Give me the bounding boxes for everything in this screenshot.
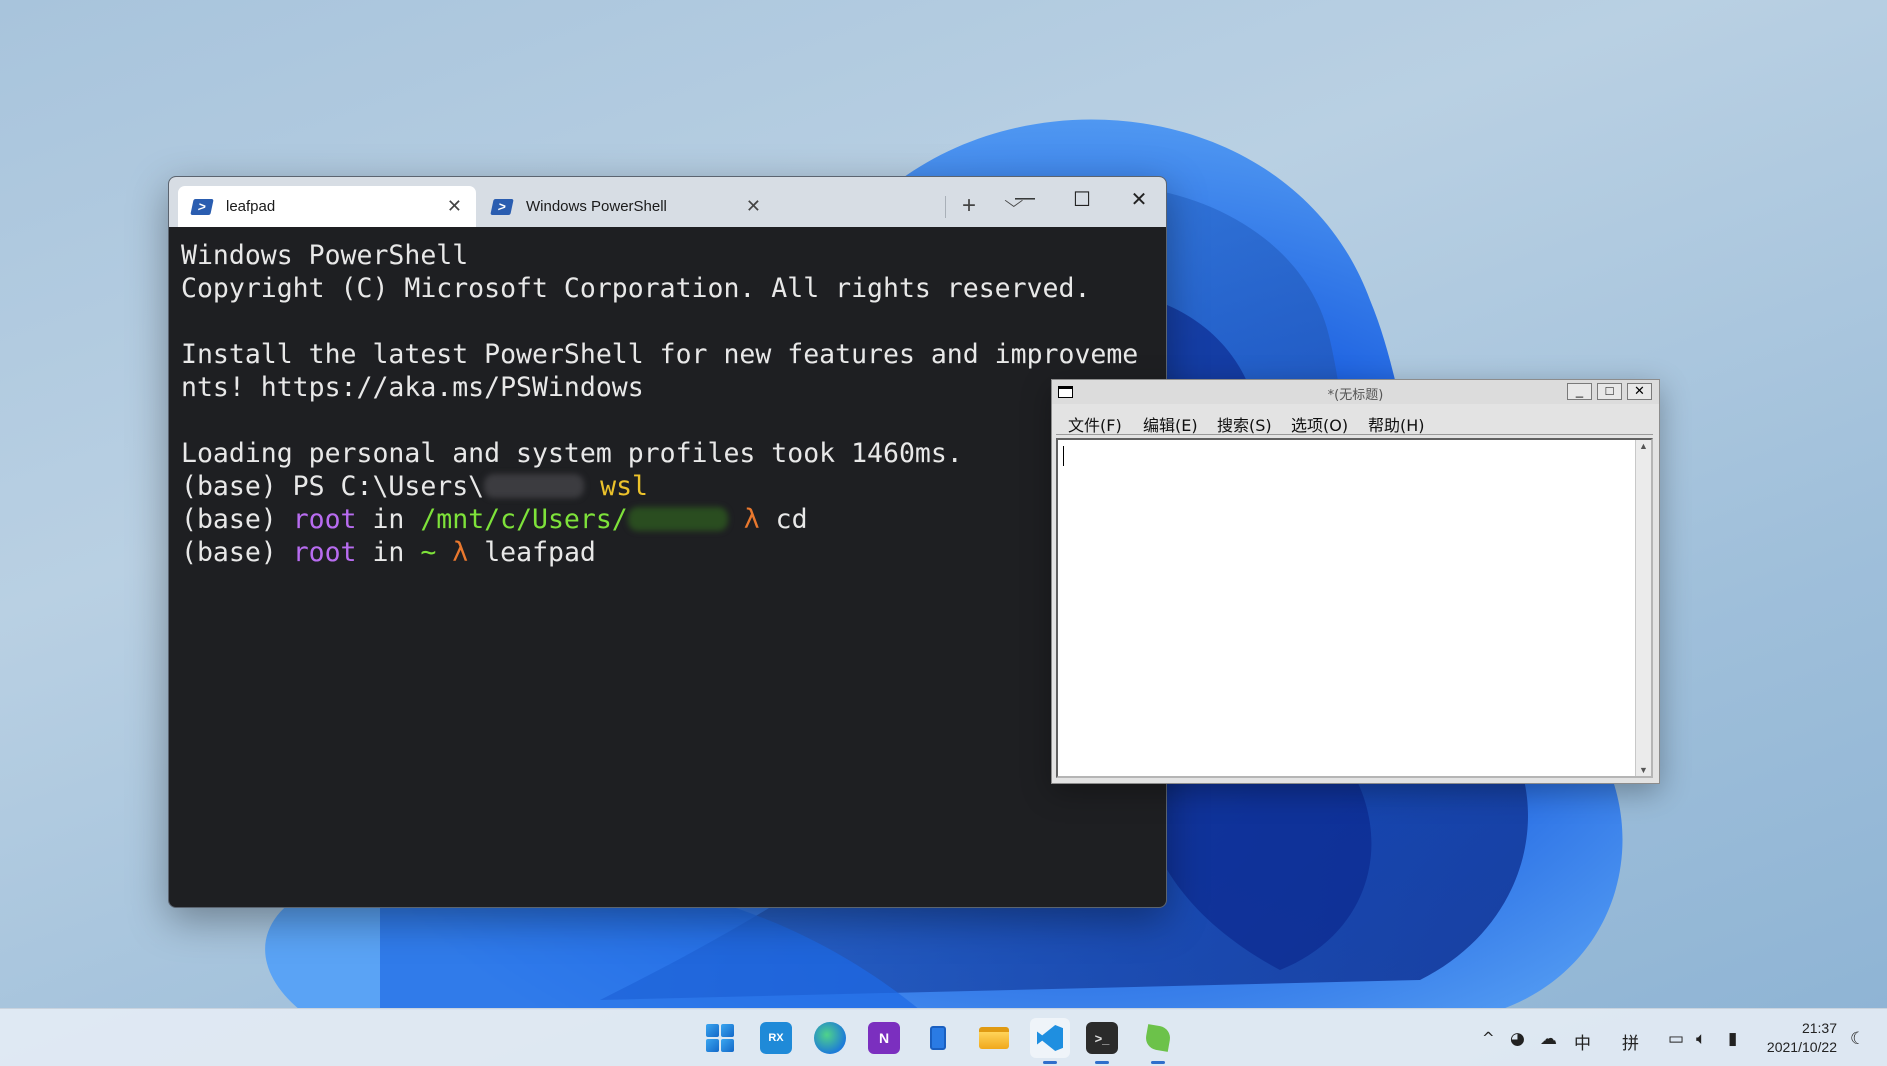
menu-file[interactable]: 文件(F) — [1068, 412, 1122, 436]
running-indicator — [1151, 1061, 1165, 1064]
rx-app-icon[interactable]: RX — [760, 1022, 792, 1054]
close-tab-icon[interactable]: ✕ — [447, 196, 462, 217]
terminal-output[interactable]: Windows PowerShell Copyright (C) Microso… — [181, 239, 1154, 907]
battery-icon[interactable]: ▮ — [1728, 1029, 1737, 1049]
prompt-lambda: λ — [743, 504, 760, 535]
leafpad-titlebar[interactable]: *(无标题) _ □ ✕ — [1052, 380, 1659, 404]
edge-icon[interactable] — [814, 1022, 846, 1054]
clock-date: 2021/10/22 — [1766, 1039, 1837, 1055]
terminal-icon[interactable]: >_ — [1086, 1022, 1118, 1054]
command-text: leafpad — [468, 537, 596, 568]
prompt-prefix: (base) — [181, 504, 293, 535]
tab-leafpad[interactable]: > leafpad ✕ — [178, 186, 476, 227]
command-text: wsl — [600, 471, 648, 502]
taskbar: RX N >_ ^ ◕ ☁ 中 拼 ▭ 🔈︎ ▮ 21:37 2021/10/2… — [0, 1008, 1887, 1066]
scroll-down-icon[interactable]: ▼ — [1639, 765, 1648, 775]
prompt-in: in — [356, 537, 421, 568]
running-indicator — [1095, 1061, 1109, 1064]
prompt-in: in — [356, 504, 421, 535]
powershell-icon: > — [490, 198, 514, 215]
network-icon[interactable]: ▭ — [1668, 1029, 1684, 1049]
phone-link-icon[interactable] — [922, 1022, 954, 1054]
maximize-button[interactable]: □ — [1597, 383, 1622, 400]
system-clock[interactable]: 21:37 2021/10/22 — [1767, 1019, 1837, 1057]
output-line: nts! https://aka.ms/PSWindows — [181, 372, 644, 403]
vscode-icon[interactable] — [1030, 1018, 1070, 1058]
onedrive-cloud-icon[interactable]: ☁ — [1540, 1029, 1557, 1049]
ime-layout-indicator[interactable]: 拼 — [1622, 1029, 1639, 1054]
menu-search[interactable]: 搜索(S) — [1217, 412, 1272, 436]
prompt-path: /mnt/c/Users/ — [420, 504, 628, 535]
show-hidden-icons-chevron[interactable]: ^ — [1482, 1029, 1495, 1047]
close-button[interactable]: ✕ — [1119, 187, 1159, 212]
ime-mode-indicator[interactable]: 中 — [1574, 1029, 1591, 1054]
new-tab-button[interactable]: + — [962, 192, 976, 220]
close-button[interactable]: ✕ — [1627, 383, 1652, 400]
menu-options[interactable]: 选项(O) — [1291, 412, 1348, 436]
prompt-user: root — [292, 537, 357, 568]
output-line: Copyright (C) Microsoft Corporation. All… — [181, 273, 1091, 304]
text-editor-area[interactable]: ▲ ▼ — [1056, 438, 1653, 778]
windows-start-icon — [706, 1024, 734, 1052]
prompt-path: ~ — [420, 537, 437, 568]
prompt-lambda: λ — [452, 537, 469, 568]
menu-edit[interactable]: 编辑(E) — [1143, 412, 1198, 436]
command-text: cd — [759, 504, 808, 535]
output-line: Loading personal and system profiles too… — [181, 438, 963, 469]
focus-assist-moon-icon[interactable]: ☾ — [1850, 1029, 1865, 1049]
tab-label: Windows PowerShell — [526, 198, 667, 215]
menu-help[interactable]: 帮助(H) — [1368, 412, 1425, 436]
powershell-icon: > — [190, 198, 214, 215]
volume-icon[interactable]: 🔈︎ — [1696, 1029, 1706, 1049]
prompt-prefix: (base) — [181, 537, 293, 568]
prompt-user: root — [292, 504, 357, 535]
close-tab-icon[interactable]: ✕ — [746, 196, 761, 217]
redacted-username — [484, 474, 585, 498]
redacted-path — [627, 507, 728, 531]
tab-windows-powershell[interactable]: > Windows PowerShell ✕ — [478, 186, 775, 227]
start-button[interactable] — [704, 1022, 736, 1054]
output-line: Windows PowerShell — [181, 240, 469, 271]
output-line: Install the latest PowerShell for new fe… — [181, 339, 1139, 370]
vertical-scrollbar[interactable]: ▲ ▼ — [1635, 440, 1651, 776]
terminal-titlebar[interactable]: > leafpad ✕ > Windows PowerShell ✕ + ⌵ —… — [169, 177, 1166, 227]
terminal-window: > leafpad ✕ > Windows PowerShell ✕ + ⌵ —… — [168, 176, 1167, 908]
folder-icon[interactable] — [978, 1022, 1010, 1054]
menu-bar: 文件(F) 编辑(E) 搜索(S) 选项(O) 帮助(H) — [1056, 407, 1653, 435]
maximize-button[interactable]: ☐ — [1062, 187, 1102, 212]
minimize-button[interactable]: _ — [1567, 383, 1592, 400]
onenote-icon[interactable]: N — [868, 1022, 900, 1054]
running-indicator — [1043, 1061, 1057, 1064]
tab-divider — [945, 196, 946, 218]
tab-label: leafpad — [226, 198, 276, 215]
tray-app-icon[interactable]: ◕ — [1510, 1029, 1525, 1049]
leafpad-window: *(无标题) _ □ ✕ 文件(F) 编辑(E) 搜索(S) 选项(O) 帮助(… — [1051, 379, 1660, 784]
clock-time: 21:37 — [1801, 1020, 1837, 1036]
minimize-button[interactable]: — — [1005, 187, 1045, 210]
prompt-prefix: (base) PS C:\Users\ — [181, 471, 485, 502]
leafpad-icon[interactable] — [1142, 1022, 1174, 1054]
text-caret — [1063, 446, 1064, 466]
scroll-up-icon[interactable]: ▲ — [1639, 441, 1648, 451]
